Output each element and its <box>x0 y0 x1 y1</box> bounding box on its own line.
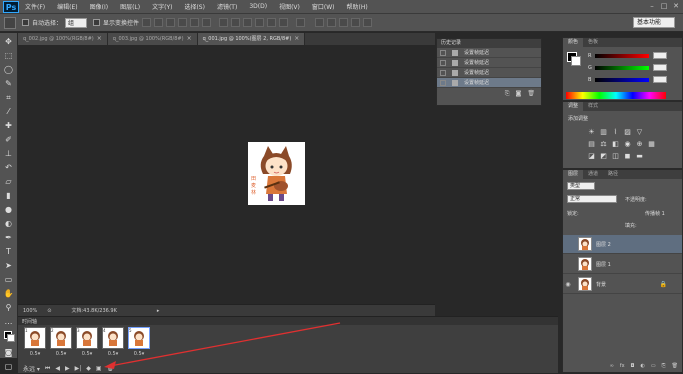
tab-adjustments[interactable]: 调整 <box>563 102 584 111</box>
lock-label: 锁定: <box>567 211 579 217</box>
adjustments-panel: 调整 样式 添加调整 ☀ ▥ ⌇ ▨ ▽ ▤ ⚖ ◧ ◉ ⊕ ▦ ◪ ◩ ◫ ◼… <box>562 101 683 169</box>
layers-footer: ∞ fx ◘ ◐ ▭ ⎘ 🗑 <box>563 363 682 373</box>
history-row[interactable]: 设置帧延迟 <box>437 58 541 68</box>
red-value[interactable] <box>653 52 667 59</box>
layer-row[interactable]: ◉ 背景 🔒 <box>563 275 682 294</box>
layer-image <box>581 279 589 290</box>
red-label: R <box>588 52 592 59</box>
layer-name[interactable]: 图层 1 <box>596 261 611 268</box>
color-lookup-icon[interactable]: ▦ <box>647 140 656 148</box>
channel-mixer-icon[interactable]: ⊕ <box>635 140 644 148</box>
layer-thumbnail <box>578 277 592 291</box>
history-row[interactable]: 设置帧延迟 <box>437 78 541 88</box>
blue-track[interactable] <box>595 77 649 82</box>
brightness-icon[interactable]: ☀ <box>587 128 596 136</box>
selective-color-icon[interactable]: ◼ <box>623 152 632 160</box>
tab-swatches[interactable]: 色板 <box>583 38 603 47</box>
color-panel: 颜色 色板 R G B <box>562 37 683 101</box>
background-color-swatch[interactable] <box>571 56 581 66</box>
add-adjustment-title: 添加调整 <box>568 116 589 122</box>
history-label: 设置帧延迟 <box>464 80 490 86</box>
snapshot-icon[interactable]: ◙ <box>516 90 522 98</box>
history-row[interactable]: 设置帧延迟 <box>437 68 541 78</box>
red-track[interactable] <box>595 53 649 58</box>
layer-thumbnail <box>578 237 592 251</box>
layer-name[interactable]: 背景 <box>596 281 606 288</box>
invert-icon[interactable]: ◪ <box>587 152 596 160</box>
layer-row[interactable]: 图层 2 <box>563 235 682 254</box>
history-row[interactable]: 设置帧延迟 <box>437 48 541 58</box>
history-checkbox[interactable] <box>440 69 446 76</box>
tab-color[interactable]: 颜色 <box>563 38 584 47</box>
layer-row[interactable]: 图层 1 <box>563 255 682 274</box>
layer-thumbnail <box>578 257 592 271</box>
history-checkbox[interactable] <box>440 59 446 66</box>
new-layer-icon[interactable]: ⎘ <box>662 363 666 373</box>
adjust-tabs: 调整 样式 <box>563 102 682 111</box>
layers-panel: 图层 通道 路径 类型 正常 不透明度: 锁定: 传播帧 1 填充: 图层 2 … <box>562 169 683 373</box>
group-icon[interactable]: ▭ <box>651 363 656 373</box>
blend-mode-dropdown[interactable]: 正常 <box>567 195 617 203</box>
posterize-icon[interactable]: ◩ <box>599 152 608 160</box>
history-checkbox[interactable] <box>440 79 446 86</box>
layer-image <box>581 239 589 250</box>
black-white-icon[interactable]: ◧ <box>611 140 620 148</box>
history-step-icon <box>452 59 458 66</box>
layer-kind-filter[interactable]: 类型 <box>567 182 595 190</box>
exposure-icon[interactable]: ▨ <box>623 128 632 136</box>
tab-paths[interactable]: 路径 <box>603 170 623 179</box>
hue-sat-icon[interactable]: ▤ <box>587 140 596 148</box>
new-document-icon[interactable]: ⎘ <box>505 90 510 98</box>
lock-icon: 🔒 <box>659 280 667 288</box>
blue-slider[interactable]: B <box>588 76 667 83</box>
history-label: 设置帧延迟 <box>464 60 490 66</box>
levels-icon[interactable]: ▥ <box>599 128 608 136</box>
layer-name[interactable]: 图层 2 <box>596 241 611 248</box>
opacity-label: 不透明度: <box>625 197 647 203</box>
red-slider[interactable]: R <box>588 52 667 59</box>
tab-styles[interactable]: 样式 <box>583 102 603 111</box>
history-step-icon <box>452 79 458 86</box>
fill-label: 填充: <box>625 223 637 229</box>
blue-label: B <box>588 76 592 83</box>
history-panel: 历史记录 设置帧延迟 设置帧延迟 设置帧延迟 设置帧延迟 ⎘ ◙ 🗑 <box>436 38 542 106</box>
link-icon[interactable]: ∞ <box>610 363 614 373</box>
color-tabs: 颜色 色板 <box>563 38 682 47</box>
gradient-map-icon[interactable]: ▬ <box>635 152 644 160</box>
adjustment-layer-icon[interactable]: ◐ <box>641 363 645 373</box>
layer-image <box>581 259 589 270</box>
tab-layers[interactable]: 图层 <box>563 170 584 179</box>
history-checkbox[interactable] <box>440 49 446 56</box>
photo-filter-icon[interactable]: ◉ <box>623 140 632 148</box>
color-balance-icon[interactable]: ⚖ <box>599 140 608 148</box>
blue-value[interactable] <box>653 76 667 83</box>
history-title[interactable]: 历史记录 <box>437 39 541 48</box>
history-step-icon <box>452 69 458 76</box>
color-spectrum[interactable] <box>566 92 666 99</box>
mask-icon[interactable]: ◘ <box>631 363 635 373</box>
history-label: 设置帧延迟 <box>464 70 490 76</box>
threshold-icon[interactable]: ◫ <box>611 152 620 160</box>
green-value[interactable] <box>653 64 667 71</box>
green-track[interactable] <box>595 65 649 70</box>
green-label: G <box>588 64 592 71</box>
unify-label: 传播帧 1 <box>645 211 665 217</box>
fx-icon[interactable]: fx <box>620 363 625 373</box>
tab-channels[interactable]: 通道 <box>583 170 603 179</box>
vibrance-icon[interactable]: ▽ <box>635 128 644 136</box>
eye-icon[interactable]: ◉ <box>563 281 573 288</box>
curves-icon[interactable]: ⌇ <box>611 128 620 136</box>
history-step-icon <box>452 49 458 56</box>
trash-icon[interactable]: 🗑 <box>527 90 535 98</box>
history-footer: ⎘ ◙ 🗑 <box>437 88 541 100</box>
trash-icon[interactable]: 🗑 <box>672 363 678 373</box>
history-label: 设置帧延迟 <box>464 50 490 56</box>
green-slider[interactable]: G <box>588 64 667 71</box>
layers-tabs: 图层 通道 路径 <box>563 170 682 179</box>
